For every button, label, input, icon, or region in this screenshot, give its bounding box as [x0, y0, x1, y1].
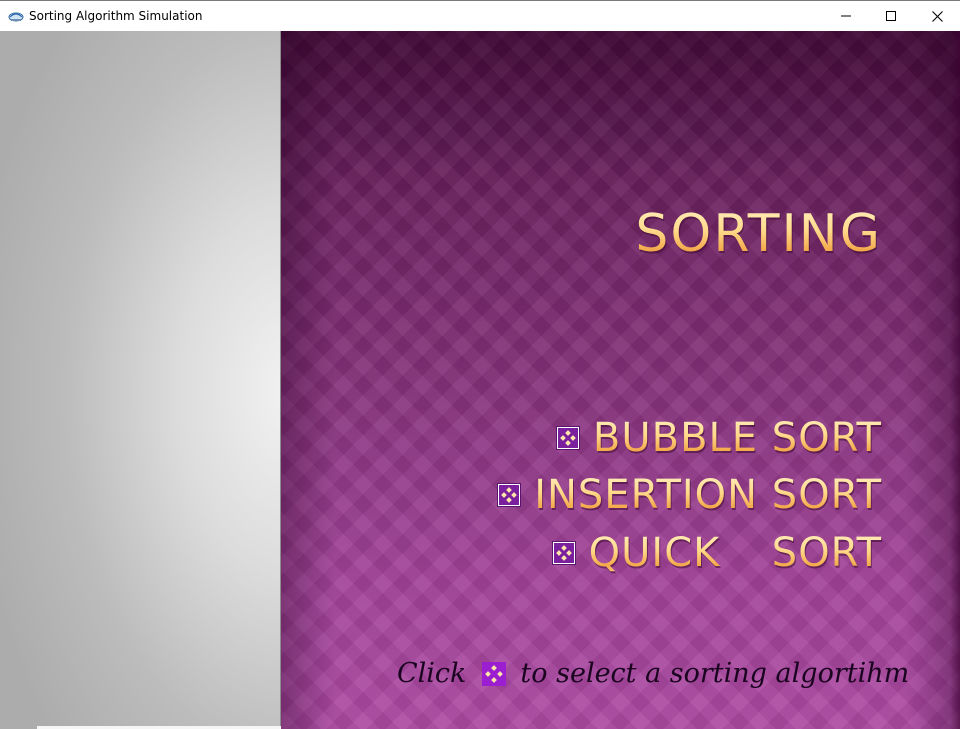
slide-title: SORTING [635, 201, 882, 267]
instruction-after: to select a sorting algortihm [520, 658, 910, 689]
bubble-sort-label: BUBBLE SORT [592, 415, 882, 461]
diamond-bullet-icon [482, 662, 507, 686]
window-title: Sorting Algorithm Simulation [29, 9, 203, 23]
app-window: Sorting Algorithm Simulation SORTING BUB… [0, 0, 960, 729]
instruction-before: Click [397, 658, 467, 689]
app-icon [8, 12, 24, 22]
close-button[interactable] [914, 1, 960, 31]
bubble-sort-option[interactable]: BUBBLE SORT [556, 413, 882, 463]
minimize-button[interactable] [823, 1, 869, 31]
slide-vignette [281, 31, 960, 729]
insertion-sort-option[interactable]: INSERTION SORT [498, 470, 882, 520]
title-slide: SORTING BUBBLE SORT INSERTION SORT QUICK… [281, 31, 960, 729]
slide-edge [950, 31, 960, 729]
maximize-icon [886, 11, 896, 21]
instruction-text: Click to select a sorting algortihm [397, 656, 909, 692]
maximize-button[interactable] [868, 1, 914, 31]
diamond-bullet-icon[interactable] [498, 484, 521, 506]
diamond-bullet-icon[interactable] [556, 427, 579, 449]
quick-sort-label: QUICK SORT [588, 530, 882, 576]
title-bar[interactable]: Sorting Algorithm Simulation [0, 0, 960, 31]
close-icon [931, 10, 943, 22]
quick-sort-option[interactable]: QUICK SORT [552, 528, 882, 578]
insertion-sort-label: INSERTION SORT [534, 472, 882, 518]
minimize-icon [841, 15, 851, 17]
left-panel [0, 31, 281, 729]
diamond-bullet-icon[interactable] [552, 542, 575, 564]
